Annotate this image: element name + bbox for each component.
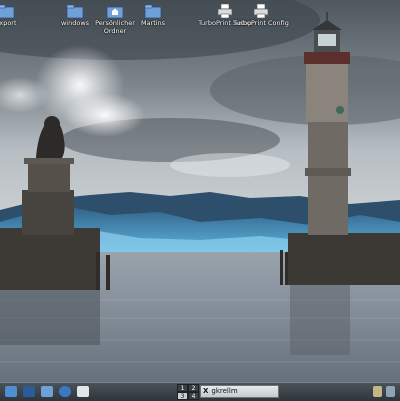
desktop-icon-label: export [0, 19, 17, 27]
home-folder-icon [106, 3, 124, 19]
workspace-4-button[interactable]: 4 [188, 392, 199, 400]
desktop-icon-label: TurboPrint Config [233, 19, 289, 27]
clipboard-tray-icon[interactable] [373, 386, 382, 397]
desktop-icon-martins[interactable]: Martins [125, 3, 181, 28]
workspace-3-button[interactable]: 3 [177, 392, 188, 400]
taskbar: 1 2 3 4 Xgkrellm [0, 382, 400, 401]
folder-icon [144, 3, 162, 19]
printer-icon [252, 3, 270, 19]
desktop-icon-label: Martins [140, 19, 166, 27]
workspace-pager: 1 2 3 4 [177, 384, 199, 400]
workspace-2-button[interactable]: 2 [188, 384, 199, 392]
folder-icon [0, 3, 15, 19]
web-browser-icon[interactable] [59, 386, 71, 397]
folder-icon [66, 3, 84, 19]
desktop-icon-export[interactable]: export [0, 3, 34, 28]
task-title: gkrellm [211, 387, 238, 395]
terminal-icon[interactable] [23, 386, 35, 397]
app-x-icon: X [203, 387, 209, 395]
launcher-menu-icon[interactable] [5, 386, 17, 397]
desktop-icon-turboprint-config[interactable]: TurboPrint Config [233, 3, 289, 28]
text-editor-icon[interactable] [77, 386, 89, 397]
desktop-wallpaper [0, 0, 400, 400]
volume-tray-icon[interactable] [386, 386, 395, 397]
printer-icon [216, 3, 234, 19]
home-icon[interactable] [41, 386, 53, 397]
workspace-1-button[interactable]: 1 [177, 384, 188, 392]
taskbar-window-button-gkrellm[interactable]: Xgkrellm [200, 385, 279, 398]
